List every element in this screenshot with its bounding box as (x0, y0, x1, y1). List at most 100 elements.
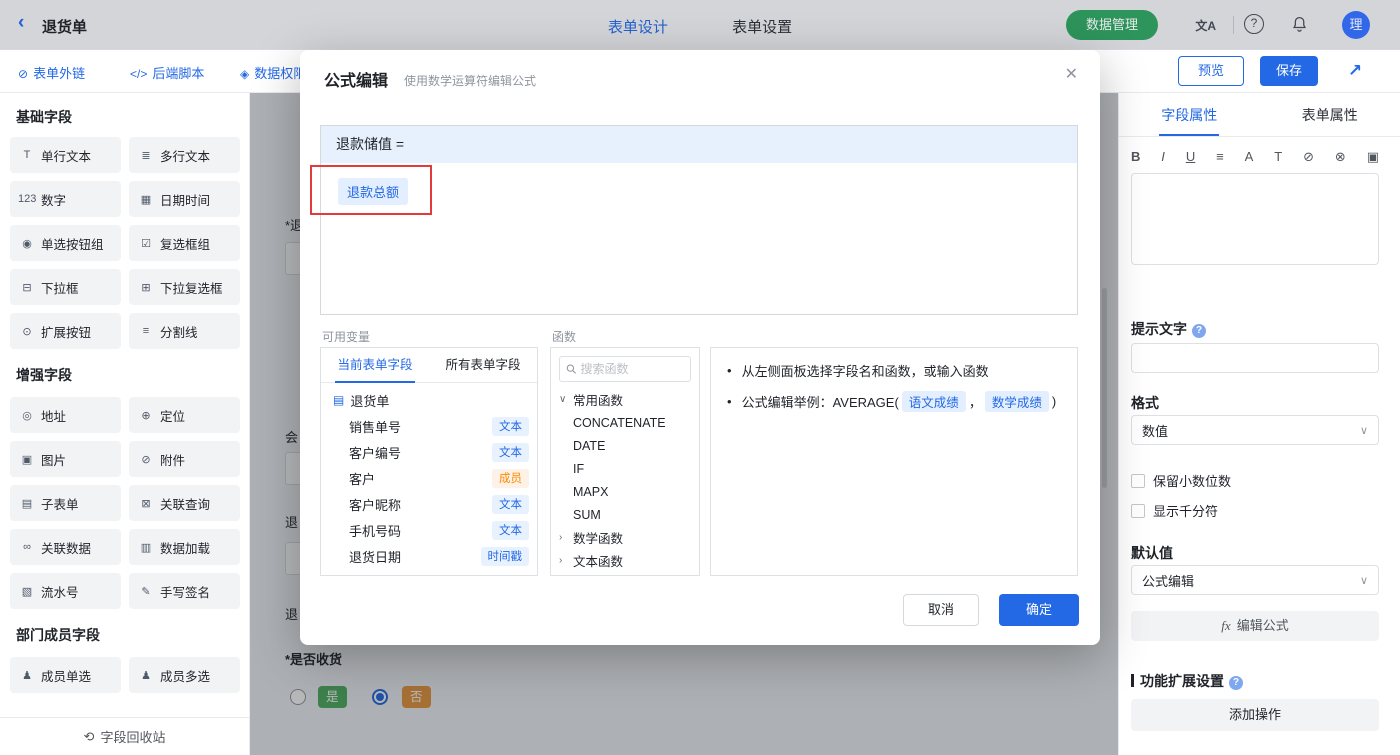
section-title-basic-fields: 基础字段 (16, 109, 72, 125)
variable-item[interactable]: 手机号码 文本 (321, 517, 537, 543)
field-button[interactable]: ⊕ 定位 (129, 397, 240, 433)
function-group-common[interactable]: ∨ 常用函数 (551, 388, 699, 411)
avatar[interactable]: 理 (1342, 11, 1370, 39)
function-item[interactable]: SUM (551, 503, 699, 526)
recycle-label: 字段回收站 (100, 730, 166, 745)
field-button[interactable]: ⊘ 附件 (129, 441, 240, 477)
function-item[interactable]: CONCATENATE (551, 411, 699, 434)
hint-text-input[interactable] (1131, 343, 1379, 373)
section-marker (1131, 674, 1134, 687)
decimal-checkbox-label: 保留小数位数 (1153, 474, 1232, 489)
section-title-enhanced-fields: 增强字段 (16, 367, 72, 383)
image-icon[interactable]: ▣ (1367, 149, 1379, 165)
function-item[interactable]: MAPX (551, 480, 699, 503)
toolbar-item-data-permission[interactable]: ◈ 数据权限 (240, 63, 306, 82)
field-button[interactable]: ♟ 成员单选 (10, 657, 121, 693)
add-action-button[interactable]: 添加操作 (1131, 699, 1379, 731)
field-button[interactable]: ♟ 成员多选 (129, 657, 240, 693)
field-button[interactable]: ⊠ 关联查询 (129, 485, 240, 521)
field-button[interactable]: ☑ 复选框组 (129, 225, 240, 261)
field-button[interactable]: ⊟ 下拉框 (10, 269, 121, 305)
help-icon[interactable]: ? (1229, 676, 1243, 690)
cancel-button[interactable]: 取消 (903, 594, 979, 626)
link-icon[interactable]: ⊘ (1303, 149, 1314, 165)
bell-icon[interactable] (1291, 16, 1308, 38)
field-button[interactable]: ✎ 手写签名 (129, 573, 240, 609)
edit-formula-button[interactable]: fx 编辑公式 (1131, 611, 1379, 641)
help-icon[interactable]: ? (1192, 324, 1206, 338)
variable-item[interactable]: 客户编号 文本 (321, 439, 537, 465)
function-search-input[interactable] (580, 362, 684, 376)
preview-button[interactable]: 预览 (1178, 56, 1244, 86)
field-recycle-bin[interactable]: ⟲ 字段回收站 (0, 717, 249, 755)
toolbar-item-backend-script[interactable]: </> 后端脚本 (130, 63, 204, 82)
search-icon (566, 364, 577, 374)
field-label: 扩展按钮 (41, 325, 92, 340)
function-item[interactable]: IF (551, 457, 699, 480)
recycle-icon: ⟲ (83, 728, 95, 744)
thousand-separator-checkbox[interactable]: 显示千分符 (1131, 501, 1218, 520)
field-button[interactable]: ∞ 关联数据 (10, 529, 121, 565)
variable-item[interactable]: 销售单号 文本 (321, 413, 537, 439)
extension-settings-label: 功能扩展设置 (1140, 673, 1224, 689)
field-button[interactable]: 123 数字 (10, 181, 121, 217)
tab-current-form-fields[interactable]: 当前表单字段 (321, 348, 429, 383)
unlink-icon[interactable]: ⊗ (1335, 149, 1346, 165)
field-button[interactable]: ≣ 多行文本 (129, 137, 240, 173)
modal-title: 公式编辑 (324, 73, 389, 90)
format-select[interactable]: 数值 ∨ (1131, 415, 1379, 445)
field-button[interactable]: ▥ 数据加载 (129, 529, 240, 565)
richtext-editor[interactable] (1131, 173, 1379, 265)
field-button[interactable]: ⊙ 扩展按钮 (10, 313, 121, 349)
underline-icon[interactable]: U (1186, 149, 1195, 165)
function-group-text[interactable]: › 文本函数 (551, 549, 699, 572)
fx-icon: fx (1221, 618, 1231, 633)
checkbox-box[interactable] (1131, 503, 1145, 518)
field-button[interactable]: ◉ 单选按钮组 (10, 225, 121, 261)
default-value-select[interactable]: 公式编辑 ∨ (1131, 565, 1379, 595)
close-icon[interactable]: ✕ (1065, 64, 1078, 84)
decimal-checkbox[interactable]: 保留小数位数 (1131, 471, 1231, 490)
font-size-icon[interactable]: T (1274, 149, 1282, 165)
save-button[interactable]: 保存 (1260, 56, 1318, 86)
hint-text-label-text: 提示文字 (1131, 321, 1187, 337)
field-label: 日期时间 (160, 193, 211, 208)
help-icon[interactable]: ? (1244, 14, 1264, 34)
help-line-1: 从左侧面板选择字段名和函数，或输入函数 (727, 361, 1061, 380)
formula-input-area[interactable]: 退款总额 (310, 163, 1077, 314)
field-button[interactable]: ≡ 分割线 (129, 313, 240, 349)
tab-form-properties[interactable]: 表单属性 (1260, 93, 1400, 136)
data-manage-button[interactable]: 数据管理 (1065, 10, 1158, 40)
checkbox-box[interactable] (1131, 473, 1145, 488)
field-button[interactable]: T 单行文本 (10, 137, 121, 173)
italic-icon[interactable]: I (1161, 149, 1165, 165)
field-button[interactable]: ▣ 图片 (10, 441, 121, 477)
field-button[interactable]: ⊞ 下拉复选框 (129, 269, 240, 305)
function-name: MAPX (573, 484, 609, 499)
tab-form-design[interactable]: 表单设计 (608, 16, 668, 37)
translate-icon[interactable]: 文A (1195, 17, 1216, 34)
field-label: 分割线 (160, 325, 198, 340)
function-item[interactable]: DATE (551, 434, 699, 457)
toolbar-item-external-link[interactable]: ⊘ 表单外链 (18, 63, 85, 82)
field-button[interactable]: ▤ 子表单 (10, 485, 121, 521)
field-button[interactable]: ◎ 地址 (10, 397, 121, 433)
variables-label: 可用变量 (322, 330, 371, 344)
tab-all-form-fields[interactable]: 所有表单字段 (429, 348, 537, 382)
field-label: 数据加载 (160, 541, 211, 556)
tree-root-return-order[interactable]: ▤ 退货单 (321, 387, 537, 413)
share-button[interactable]: ↗ (1340, 56, 1370, 86)
variable-item[interactable]: 客户昵称 文本 (321, 491, 537, 517)
variable-item[interactable]: 客户 成员 (321, 465, 537, 491)
tab-form-settings[interactable]: 表单设置 (732, 16, 792, 37)
confirm-button[interactable]: 确定 (999, 594, 1079, 626)
bold-icon[interactable]: B (1131, 149, 1140, 165)
function-group-math[interactable]: › 数学函数 (551, 526, 699, 549)
variable-item[interactable]: 退货日期 时间戳 (321, 543, 537, 569)
tab-field-properties[interactable]: 字段属性 (1119, 93, 1260, 136)
field-button[interactable]: ▦ 日期时间 (129, 181, 240, 217)
font-color-icon[interactable]: A (1245, 149, 1254, 165)
align-icon[interactable]: ≡ (1216, 149, 1224, 165)
field-button[interactable]: ▧ 流水号 (10, 573, 121, 609)
help-text: 从左侧面板选择字段名和函数，或输入函数 (741, 364, 989, 379)
